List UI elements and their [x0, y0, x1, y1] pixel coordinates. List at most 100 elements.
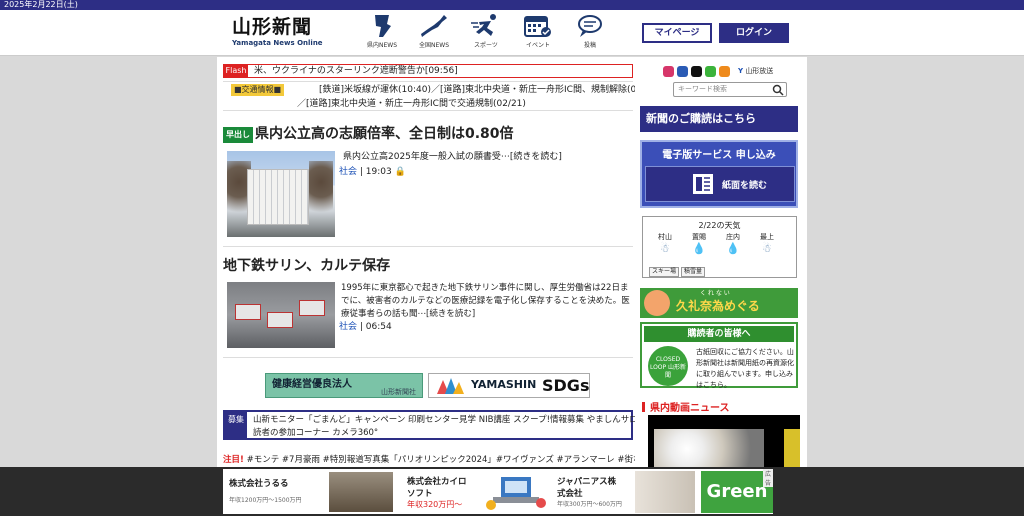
divider — [223, 246, 633, 247]
x-icon[interactable] — [691, 66, 702, 77]
flash-news[interactable]: Flash 米、ウクライナのスターリンク遮断警告か[09:56] — [223, 64, 633, 78]
ad-salary: 年収300万円〜600万円 — [557, 501, 622, 508]
nav-sports[interactable]: スポーツ — [466, 14, 506, 54]
nav-label: 県内NEWS — [366, 42, 398, 49]
japan-map-icon — [421, 15, 447, 37]
article-summary[interactable]: 1995年に東京都心で起きた地下鉄サリン事件に関し、厚生労働省は22日までに、被… — [341, 282, 633, 321]
traffic-line-1[interactable]: [鉄道]米坂線が運休(10:40)／[道路]東北中央道・新庄一舟形IC間、規制解… — [319, 83, 660, 97]
recruit-tag: 募集 — [225, 412, 247, 438]
ad-photo — [329, 472, 393, 512]
runner-icon — [471, 14, 496, 36]
category-link[interactable]: 社会 — [339, 322, 357, 332]
nav-label: 投稿 — [583, 42, 596, 49]
logo-sub-text: Yamagata News Online — [232, 39, 323, 47]
subscribe-label: 新聞のご購読はこちら — [646, 112, 756, 125]
site-logo[interactable]: 山形新聞 Yamagata News Online — [232, 16, 328, 50]
current-date: 2025年2月22日(土) — [4, 0, 78, 9]
weather-city: 最上 ☃ — [760, 233, 774, 255]
yamagata-pref-icon — [375, 15, 391, 37]
reader-notice[interactable]: 購読者の皆様へ CLOSED LOOP 山形新聞 古紙回収にご協力ください。山形… — [640, 322, 798, 389]
flash-text[interactable]: 米、ウクライナのスターリンク遮断警告か[09:56] — [254, 65, 458, 77]
headline-title[interactable]: 早出し 県内公立高の志願倍率、全日制は0.80倍 — [223, 125, 514, 143]
photo-building — [247, 169, 309, 225]
ad-salary: 年収1200万円〜1500万円 — [229, 497, 302, 504]
instagram-icon[interactable] — [663, 66, 674, 77]
digital-title[interactable]: 電子版サービス 申し込み — [642, 146, 796, 161]
site-header: 山形新聞 Yamagata News Online 県内NEWS 全国NEWS … — [0, 10, 1024, 56]
footer-ad[interactable]: 株式会社うるる 年収1200万円〜1500万円 株式会社カイロ ソフト 年収32… — [223, 469, 774, 516]
reader-text: 古紙回収にご協力ください。山形新聞社は新聞用紙の再資源化に取り組んでいます。申し… — [696, 348, 794, 389]
sdgs-banner[interactable]: YAMASHIN SDGs — [428, 373, 590, 398]
traffic-info: ■交通情報■ [鉄道]米坂線が運休(10:40)／[道路]東北中央道・新庄一舟形… — [223, 81, 660, 111]
video-news-title: 県内動画ニュース — [642, 399, 730, 414]
subscribe-banner[interactable]: 新聞のご購読はこちら — [640, 106, 798, 132]
read-paper-button[interactable]: 紙面を読む — [645, 166, 795, 202]
category-link[interactable]: 社会 — [339, 167, 357, 177]
digital-service-box[interactable]: 電子版サービス 申し込み 紙面を読む — [640, 140, 798, 208]
ad-company: ジャパニアス株 — [557, 477, 617, 487]
ad-label: 広告 — [763, 469, 774, 487]
lock-icon: 🔒 — [394, 167, 406, 177]
nav-national-news[interactable]: 全国NEWS — [414, 14, 454, 54]
kurenai-banner[interactable]: く れ な い 久礼奈為めぐる — [640, 288, 798, 318]
photo-tree — [309, 161, 333, 231]
trending-tags: 注目! #モンテ #7月豪雨 #特別報道写真集「パリオリンピック2024」#ワイ… — [223, 453, 659, 465]
nav-post[interactable]: 投稿 — [570, 14, 610, 54]
recruit-links-2[interactable]: 読者の参加コーナー カメラ360° — [253, 426, 378, 438]
ad-job-1[interactable]: 株式会社うるる 年収1200万円〜1500万円 — [229, 477, 302, 516]
article-time: | 06:54 — [359, 322, 392, 332]
article-title[interactable]: 地下鉄サリン、カルテ保存 — [223, 257, 390, 275]
snow-icon: ☃ — [660, 242, 670, 255]
read-paper-label: 紙面を読む — [722, 181, 768, 191]
reader-head: 購読者の皆様へ — [644, 326, 794, 342]
ybc-brand[interactable]: Y 山形放送 — [738, 66, 773, 76]
headline-text[interactable]: 県内公立高の志願倍率、全日制は0.80倍 — [255, 126, 514, 142]
banner-title: 健康経営優良法人 — [272, 379, 352, 390]
snowfall-button[interactable]: 積雪量 — [681, 267, 706, 277]
logo-main-text: 山形新聞 — [232, 16, 313, 38]
weather-widget[interactable]: 2/22の天気 村山 ☃ 置賜 💧 庄内 💧 最上 ☃ スキー場 積雪量 — [642, 216, 797, 278]
headline-summary[interactable]: 県内公立高2025年度一般入試の願書受⋯[続きを読む] — [343, 151, 562, 164]
search-input[interactable]: キーワード検索 — [673, 82, 787, 97]
article-meta: 社会 | 06:54 — [339, 321, 392, 334]
line-icon[interactable] — [705, 66, 716, 77]
kurenai-title: 久礼奈為めぐる — [676, 299, 760, 313]
video-player[interactable] — [648, 415, 800, 467]
rain-icon: 💧 — [692, 242, 706, 255]
nav-label: イベント — [525, 42, 550, 49]
ad-people-photo — [635, 471, 695, 513]
nav-label: スポーツ — [474, 42, 498, 49]
login-button[interactable]: ログイン — [719, 23, 789, 43]
video-thumb — [654, 429, 764, 467]
character-illustration — [644, 290, 670, 316]
sdgs-logo-icon — [437, 378, 464, 394]
speech-bubble-icon — [578, 15, 602, 37]
weather-city: 村山 ☃ — [658, 233, 672, 255]
closed-loop-logo: CLOSED LOOP 山形新聞 — [648, 346, 688, 386]
traffic-line-2[interactable]: ／[道路]東北中央道・新庄一舟形IC間で交通規制(02/21) — [297, 97, 526, 111]
health-management-banner[interactable]: 健康経営優良法人 山形新聞社 — [265, 373, 423, 398]
ad-job-2[interactable]: 株式会社カイロ ソフト 年収320万円〜 — [407, 475, 467, 516]
tags-list[interactable]: #モンテ #7月豪雨 #特別報道写真集「パリオリンピック2024」#ワイヴァンズ… — [247, 455, 659, 465]
headline-photo[interactable] — [227, 151, 335, 237]
recruit-links-1[interactable]: 山新モニター「ごまんど」キャンペーン 印刷センター見学 NIB講座 スクープ!情… — [253, 413, 646, 425]
video-caption-strip — [784, 429, 800, 467]
facebook-icon[interactable] — [677, 66, 688, 77]
nav-local-news[interactable]: 県内NEWS — [362, 14, 402, 54]
kurenai-sub: く れ な い — [700, 290, 730, 297]
divider — [223, 357, 633, 358]
mypage-button[interactable]: マイページ — [642, 23, 712, 43]
rss-icon[interactable] — [719, 66, 730, 77]
article-photo[interactable] — [227, 282, 335, 348]
nav-events[interactable]: イベント — [518, 14, 558, 54]
ski-button[interactable]: スキー場 — [649, 267, 680, 277]
ad-job-3[interactable]: ジャパニアス株 式会社 年収300万円〜600万円 — [557, 475, 622, 516]
article-time: | 19:03 — [359, 167, 392, 177]
search-icon[interactable] — [772, 84, 784, 96]
recruit-box: 募集 山新モニター「ごまんど」キャンペーン 印刷センター見学 NIB講座 スクー… — [223, 410, 646, 440]
ad-salary: 年収320万円〜 — [407, 500, 463, 509]
footer-ad-bar: 株式会社うるる 年収1200万円〜1500万円 株式会社カイロ ソフト 年収32… — [0, 467, 1024, 516]
ad-company-2: ソフト — [407, 489, 433, 499]
snow-icon: ☃ — [762, 242, 772, 255]
computer-illustration-icon — [486, 477, 546, 510]
